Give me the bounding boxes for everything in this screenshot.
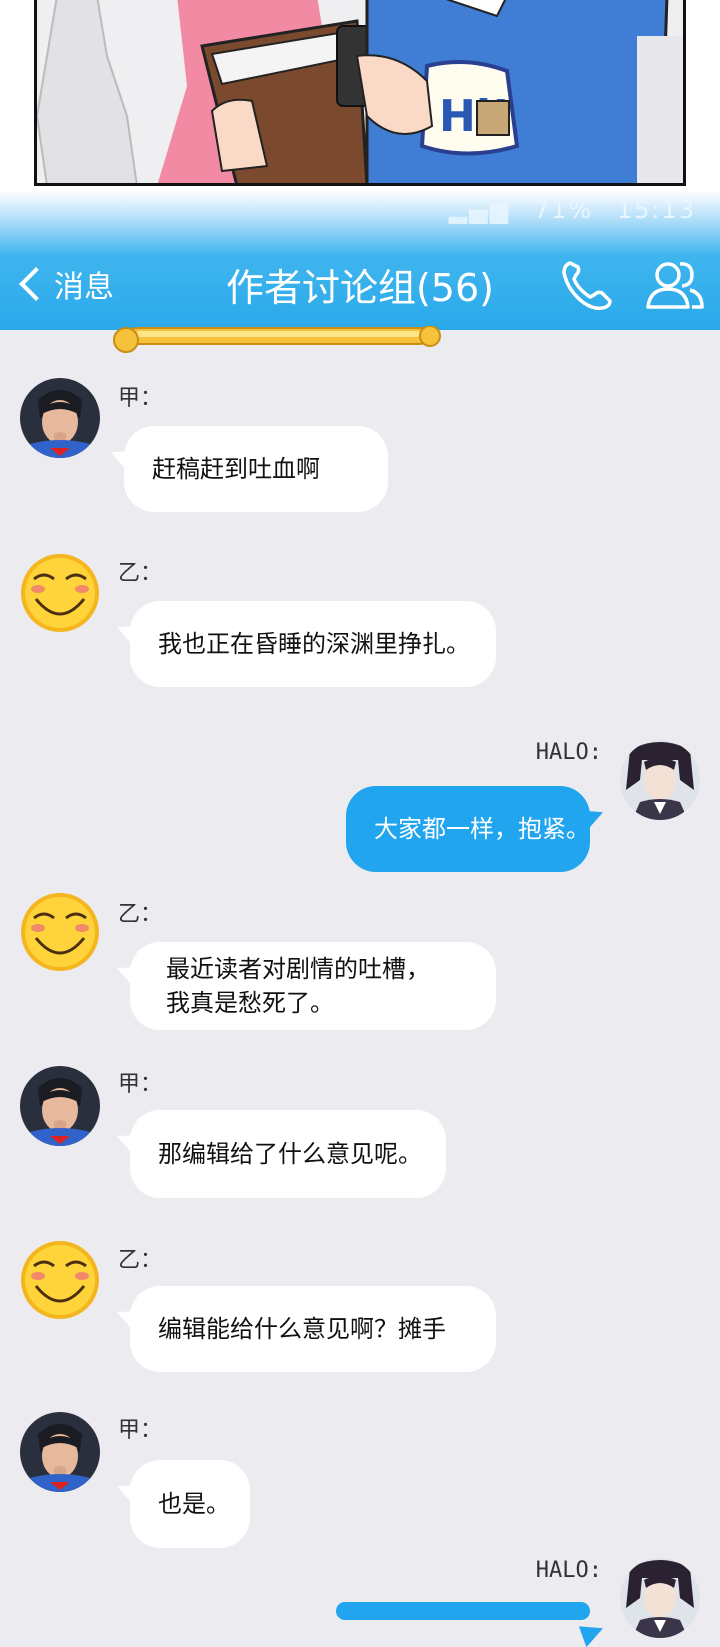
back-button[interactable]: 消息 <box>16 259 114 309</box>
message-bubble[interactable]: 大家都一样，抱紧。 <box>346 786 590 872</box>
superman-avatar[interactable] <box>20 1412 100 1492</box>
call-button[interactable] <box>556 255 616 315</box>
sender-name: HALO: <box>535 740 602 765</box>
message-text: 也是。 <box>158 1490 230 1518</box>
anime-man-avatar[interactable] <box>620 1558 700 1638</box>
sender-name: 乙： <box>118 902 163 927</box>
sender-name: 乙： <box>118 1248 163 1273</box>
sender-name: 乙： <box>118 561 163 586</box>
message-bubble[interactable]: 最近读者对剧情的吐槽， 我真是愁死了。 <box>130 942 496 1030</box>
sender-name: HALO: <box>535 1558 602 1583</box>
group-members-button[interactable] <box>644 255 706 315</box>
battery-text: 71% <box>533 196 594 224</box>
message-bubble[interactable]: 我也正在昏睡的深渊里挣扎。 <box>130 601 496 687</box>
smiley-avatar[interactable] <box>20 553 100 633</box>
smiley-avatar[interactable] <box>20 1240 100 1320</box>
status-bar: ▂▄▆ 71% 15:13 <box>449 196 696 224</box>
superman-avatar[interactable] <box>20 1066 100 1146</box>
message-text: 最近读者对剧情的吐槽， <box>166 955 430 983</box>
message-text: 我真是愁死了。 <box>166 989 334 1017</box>
message-bubble[interactable]: 赶稿赶到吐血啊 <box>124 426 388 512</box>
chevron-left-icon <box>19 267 53 301</box>
comic-panel-image: Hi! <box>34 0 686 186</box>
sender-name: 甲： <box>118 1418 163 1443</box>
signal-icon: ▂▄▆ <box>448 196 511 224</box>
superman-avatar[interactable] <box>20 378 100 458</box>
group-members-icon <box>646 262 704 309</box>
clock-text: 15:13 <box>616 196 696 224</box>
message-text: 那编辑给了什么意见呢。 <box>158 1140 422 1168</box>
message-bubble[interactable]: 编辑能给什么意见啊？摊手 <box>130 1286 496 1372</box>
chat-header: 消息 作者讨论组(56) <box>0 245 720 330</box>
message-bubble[interactable] <box>336 1602 590 1620</box>
message-text: 赶稿赶到吐血啊 <box>152 455 320 483</box>
smiley-avatar[interactable] <box>20 892 100 972</box>
anime-man-avatar[interactable] <box>620 740 700 820</box>
message-text: 我也正在昏睡的深渊里挣扎。 <box>158 630 470 658</box>
decorative-ribbon <box>112 325 444 356</box>
phone-icon <box>562 261 612 311</box>
message-text: 编辑能给什么意见啊？摊手 <box>158 1315 446 1343</box>
message-text: 大家都一样，抱紧。 <box>374 815 590 843</box>
message-bubble[interactable]: 那编辑给了什么意见呢。 <box>130 1110 446 1198</box>
sender-name: 甲： <box>118 1072 163 1097</box>
back-label: 消息 <box>54 270 114 305</box>
message-bubble[interactable]: 也是。 <box>130 1460 250 1548</box>
sender-name: 甲： <box>118 386 163 411</box>
